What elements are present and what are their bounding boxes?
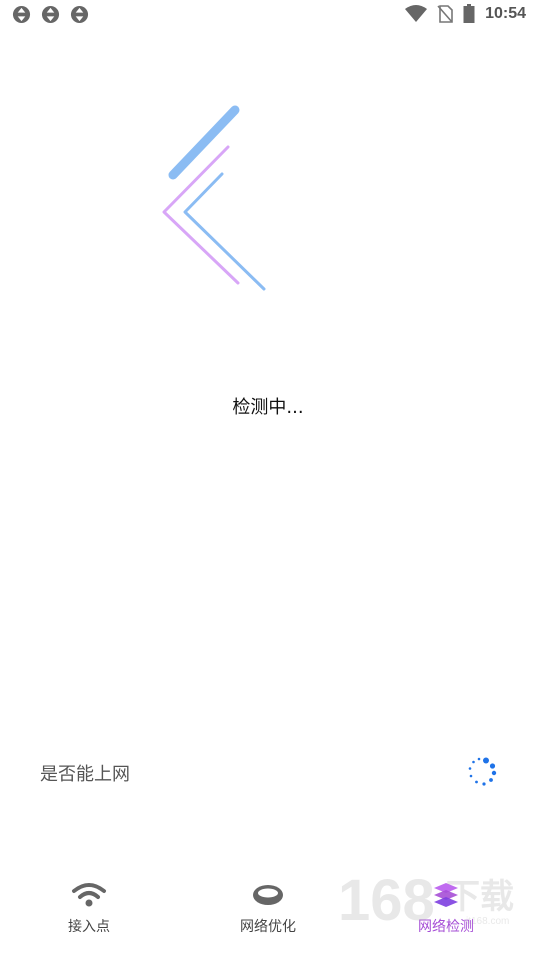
svg-text:下载: 下载 <box>446 877 514 917</box>
nav-tab-label: 网络优化 <box>240 919 296 935</box>
nav-tab-access-point[interactable]: 接入点 <box>29 880 149 936</box>
nav-tab-label: 接入点 <box>68 919 110 935</box>
battery-icon <box>463 4 475 23</box>
svg-text:it168.com: it168.com <box>466 916 509 927</box>
sync-icon <box>12 5 31 24</box>
sync-icon <box>41 5 60 24</box>
sync-icon <box>70 5 89 24</box>
internet-check-row: 是否能上网 <box>40 757 500 788</box>
internet-check-label: 是否能上网 <box>40 764 130 785</box>
status-bar-time: 10:54 <box>485 4 526 22</box>
watermark-logo: 168 下载 it168.com <box>338 868 514 928</box>
loading-spinner-icon <box>468 757 497 786</box>
wifi-icon <box>405 4 428 22</box>
status-bar-notifications <box>12 5 89 24</box>
checking-status-text: 检测中... <box>232 397 304 418</box>
ring-icon <box>253 885 283 905</box>
status-bar-system: 10:54 <box>405 4 526 23</box>
wifi-icon <box>72 883 106 907</box>
svg-text:168: 168 <box>338 868 435 928</box>
no-sim-icon <box>437 4 453 23</box>
network-check-animation-icon <box>162 105 266 291</box>
status-bar: 10:54 <box>0 0 536 30</box>
nav-tab-network-optimize[interactable]: 网络优化 <box>208 880 328 936</box>
